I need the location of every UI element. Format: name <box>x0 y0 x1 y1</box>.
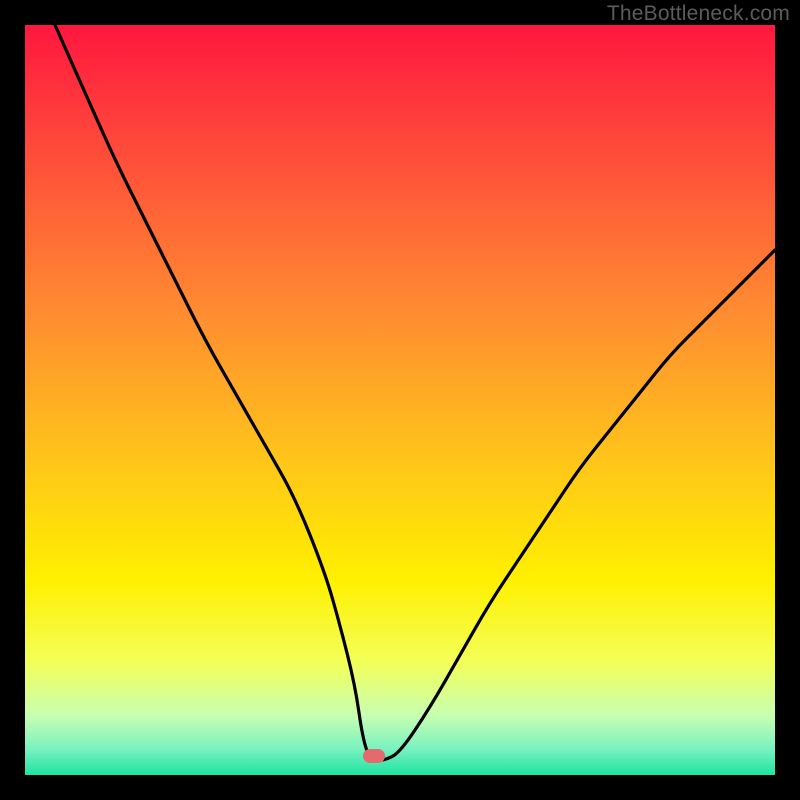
optimal-marker <box>363 749 385 763</box>
bottleneck-curve <box>25 25 775 775</box>
plot-area <box>25 25 775 775</box>
chart-frame: TheBottleneck.com <box>0 0 800 800</box>
attribution-text: TheBottleneck.com <box>607 2 790 26</box>
